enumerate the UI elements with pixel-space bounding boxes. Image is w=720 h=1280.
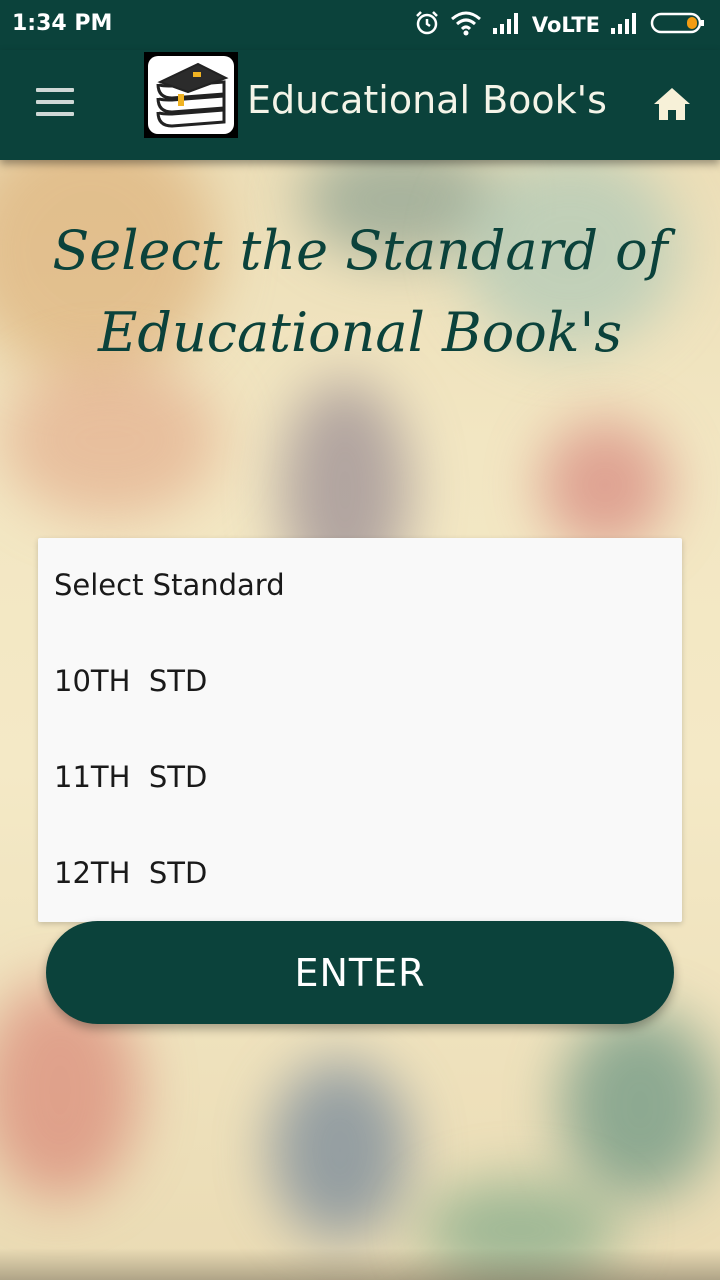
status-icons: VoLTE <box>414 9 706 41</box>
status-bar: 1:34 PM VoLTE <box>0 0 720 50</box>
enter-button[interactable]: ENTER <box>46 921 674 1024</box>
app-bar: Educational Book's <box>0 50 720 160</box>
status-time: 1:34 PM <box>12 11 113 36</box>
headline-line-1: Select the Standard of <box>52 219 668 282</box>
signal-icon <box>492 12 522 39</box>
dropdown-item-10th-std[interactable]: 10TH STD <box>54 664 207 698</box>
battery-icon <box>650 11 706 40</box>
dropdown-item-select-standard[interactable]: Select Standard <box>54 568 285 602</box>
dropdown-item-11th-std[interactable]: 11TH STD <box>54 760 207 794</box>
standard-dropdown-list: Select Standard 10TH STD 11TH STD 12TH S… <box>38 538 682 922</box>
wifi-icon <box>450 10 482 41</box>
network-label: VoLTE <box>531 13 600 37</box>
alarm-icon <box>414 10 440 41</box>
books-stack-icon <box>148 62 234 138</box>
dropdown-item-12th-std[interactable]: 12TH STD <box>54 856 207 890</box>
hamburger-menu-icon[interactable] <box>36 88 76 120</box>
app-title: Educational Book's <box>247 78 607 122</box>
bottom-shadow <box>0 1248 720 1280</box>
home-icon[interactable] <box>650 82 694 126</box>
headline-line-2: Educational Book's <box>97 301 623 364</box>
page-headline: Select the Standard of Educational Book'… <box>0 210 720 374</box>
app-logo <box>144 52 238 138</box>
signal-icon <box>610 12 640 39</box>
